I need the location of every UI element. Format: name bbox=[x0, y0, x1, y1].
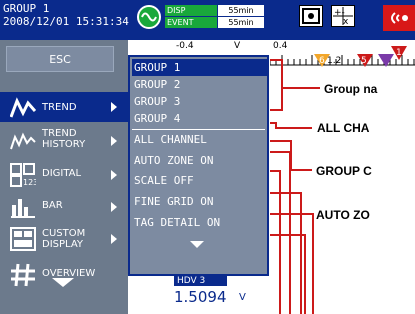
menu-item-trend[interactable]: TREND bbox=[0, 92, 128, 122]
channel-marker-2: 1.2 bbox=[327, 56, 341, 66]
submenu-item-group-3[interactable]: GROUP 3 bbox=[132, 93, 267, 110]
scroll-down-icon[interactable] bbox=[52, 278, 74, 287]
svg-text:123: 123 bbox=[23, 178, 36, 187]
trend-icon bbox=[9, 97, 37, 121]
recording-status-icon bbox=[136, 4, 162, 30]
left-menu: ESC TREND TREND HISTORY 123 DIGITAL BAR … bbox=[0, 40, 128, 314]
screen-store-icon[interactable] bbox=[299, 5, 323, 27]
menu-item-label: BAR bbox=[42, 200, 63, 211]
submenu-item-scale[interactable]: SCALE OFF bbox=[132, 172, 267, 189]
status-bar: GROUP 1 2008/12/01 15:31:34 DISP 55min E… bbox=[0, 0, 415, 40]
menu-item-label: CUSTOM DISPLAY bbox=[42, 228, 86, 250]
annotation-auto-zone: AUTO ZO bbox=[316, 208, 370, 222]
digital-unit: V bbox=[239, 292, 246, 303]
menu-item-label: DIGITAL bbox=[42, 168, 82, 179]
digital-icon: 123 bbox=[10, 163, 38, 187]
menu-item-custom-display[interactable]: CUSTOM DISPLAY bbox=[0, 222, 128, 256]
event-label: EVENT bbox=[165, 17, 217, 28]
annotation-all-channel: ALL CHA bbox=[317, 121, 370, 135]
submenu-item-tag-detail[interactable]: TAG DETAIL ON bbox=[132, 214, 267, 231]
submenu-item-fine-grid[interactable]: FINE GRID ON bbox=[132, 193, 267, 210]
submenu-item-group-1[interactable]: GROUP 1 bbox=[132, 59, 267, 76]
overview-icon bbox=[10, 263, 36, 287]
menu-item-trend-history[interactable]: TREND HISTORY bbox=[0, 124, 128, 158]
menu-item-bar[interactable]: BAR bbox=[0, 190, 128, 224]
annotation-group-c: GROUP C bbox=[316, 164, 372, 178]
submenu-item-auto-zone[interactable]: AUTO ZONE ON bbox=[132, 152, 267, 169]
menu-item-label: TREND HISTORY bbox=[42, 128, 86, 150]
custom-display-icon bbox=[10, 227, 36, 251]
calculation-icon[interactable]: +- x bbox=[331, 5, 355, 27]
disp-event-block: DISP 55min EVENT 55min bbox=[165, 5, 275, 29]
digital-value-box: HDV 3 1.5094 V bbox=[140, 276, 266, 314]
datetime-display: 2008/12/01 15:31:34 bbox=[3, 15, 129, 28]
annotation-group-names: Group na bbox=[324, 82, 378, 96]
submenu-arrow-icon bbox=[111, 136, 117, 146]
submenu-item-all-channel[interactable]: ALL CHANNEL bbox=[132, 131, 267, 148]
disp-value: 55min bbox=[218, 5, 264, 16]
submenu-arrow-icon bbox=[111, 102, 117, 112]
submenu-divider bbox=[132, 129, 265, 130]
menu-item-label: TREND bbox=[42, 102, 77, 113]
alarm-bell-icon[interactable] bbox=[383, 5, 415, 31]
submenu-scroll-down-icon[interactable] bbox=[190, 241, 204, 248]
submenu-item-group-4[interactable]: GROUP 4 bbox=[132, 110, 267, 127]
disp-label: DISP bbox=[165, 5, 217, 16]
svg-text:x: x bbox=[343, 17, 349, 26]
bar-chart-icon bbox=[10, 195, 36, 219]
channel-marker-1: 1 bbox=[391, 46, 407, 60]
submenu-item-group-2[interactable]: GROUP 2 bbox=[132, 76, 267, 93]
esc-button[interactable]: ESC bbox=[6, 46, 114, 72]
submenu-panel: GROUP 1 GROUP 2 GROUP 3 GROUP 4 ALL CHAN… bbox=[128, 55, 269, 276]
current-group-label: GROUP 1 bbox=[3, 2, 50, 15]
svg-text:1.2: 1.2 bbox=[327, 56, 341, 66]
menu-item-digital[interactable]: 123 DIGITAL bbox=[0, 158, 128, 192]
trend-history-icon bbox=[10, 129, 36, 153]
channel-tag: HDV 3 bbox=[174, 276, 227, 286]
svg-text:6: 6 bbox=[319, 56, 325, 66]
trend-submenu: GROUP 1 GROUP 2 GROUP 3 GROUP 4 ALL CHAN… bbox=[128, 55, 270, 276]
event-value: 55min bbox=[218, 17, 264, 28]
submenu-arrow-icon bbox=[111, 170, 117, 180]
submenu-arrow-icon bbox=[111, 202, 117, 212]
svg-text:1: 1 bbox=[396, 48, 402, 58]
submenu-arrow-icon bbox=[111, 234, 117, 244]
svg-text:5: 5 bbox=[361, 56, 367, 66]
digital-value: 1.5094 bbox=[174, 288, 227, 306]
